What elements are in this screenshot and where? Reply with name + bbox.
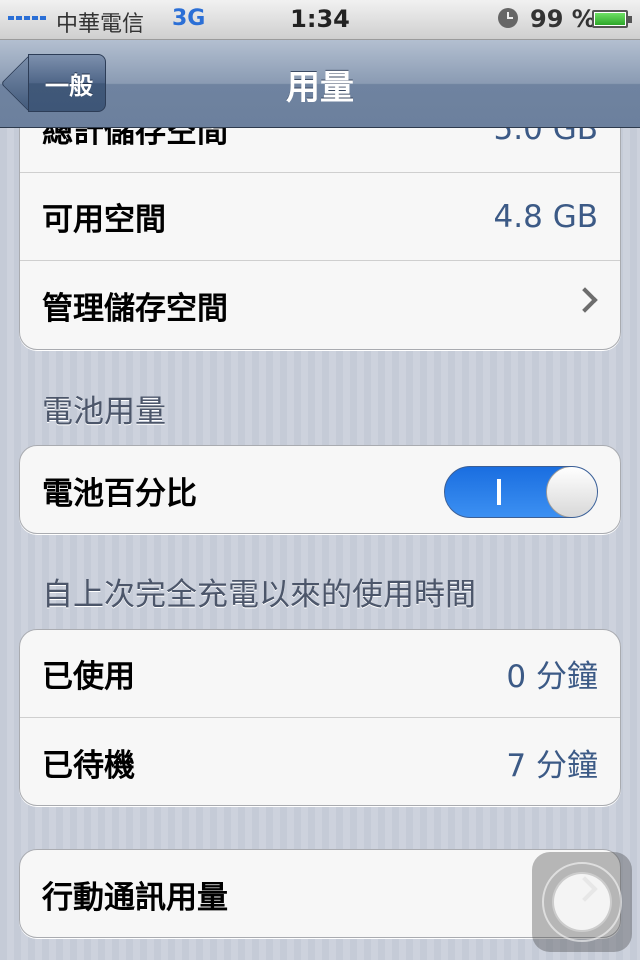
manage-storage-label: 管理儲存空間 [42, 290, 228, 327]
usage-label: 已使用 [42, 659, 135, 695]
battery-group: 電池百分比 [19, 445, 621, 534]
available-storage-row: 可用空間 4.8 GB [20, 173, 620, 261]
battery-percentage-label: 電池百分比 [42, 475, 197, 512]
toggle-knob [546, 467, 597, 517]
manage-storage-row[interactable]: 管理儲存空間 [20, 261, 620, 349]
assistive-touch-center-icon [552, 872, 612, 932]
alarm-clock-icon [498, 8, 518, 28]
standby-value: 7 分鐘 [506, 747, 598, 784]
cellular-usage-label: 行動通訊用量 [42, 879, 228, 916]
page-title: 用量 [286, 68, 354, 108]
standby-label: 已待機 [42, 747, 135, 784]
since-charge-group: 已使用 0 分鐘 已待機 7 分鐘 [19, 629, 621, 806]
toggle-on-mark [497, 479, 501, 505]
battery-percentage-row: 電池百分比 [20, 446, 620, 533]
usage-row: 已使用 0 分鐘 [20, 630, 620, 718]
standby-row: 已待機 7 分鐘 [20, 718, 620, 805]
usage-value: 0 分鐘 [506, 659, 598, 695]
battery-percent: 99 % [530, 5, 596, 33]
battery-icon [592, 10, 632, 28]
status-bar: 中華電信 3G 1:34 99 % [0, 0, 640, 40]
cellular-usage-row[interactable]: 行動通訊用量 [20, 850, 620, 937]
battery-usage-header: 電池用量 [42, 394, 166, 430]
navigation-bar: 一般 用量 [0, 40, 640, 128]
available-storage-value: 4.8 GB [493, 198, 598, 235]
assistive-touch-button[interactable] [532, 852, 632, 952]
chevron-right-icon [572, 287, 598, 313]
available-storage-label: 可用空間 [42, 202, 166, 238]
cellular-group: 行動通訊用量 [19, 849, 621, 938]
battery-percentage-toggle[interactable] [444, 466, 598, 518]
since-charge-header: 自上次完全充電以來的使用時間 [42, 577, 476, 613]
